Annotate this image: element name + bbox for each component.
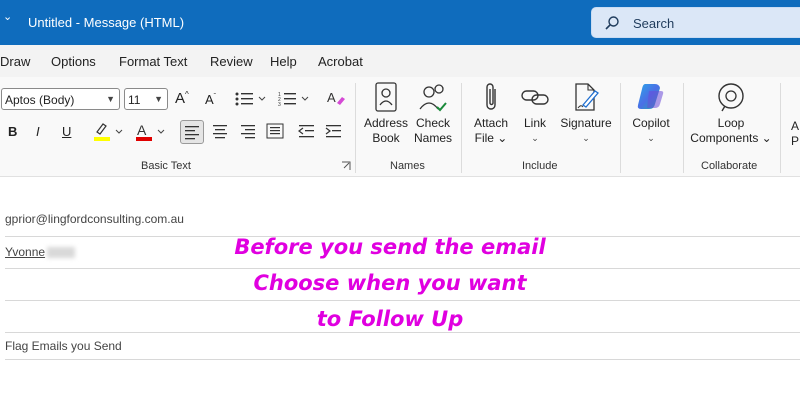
address-book-button[interactable]: Address Book — [362, 81, 410, 146]
group-separator — [461, 83, 462, 173]
link-label: Link — [523, 116, 546, 130]
search-icon — [605, 16, 619, 30]
loop-components-icon — [718, 83, 744, 112]
highlight-icon[interactable] — [93, 122, 125, 142]
menu-bar: Draw Options Format Text Review Help Acr… — [0, 45, 800, 77]
partial-ribbon-button[interactable]: A P — [790, 119, 800, 149]
tab-format-text[interactable]: Format Text — [119, 54, 187, 69]
partial-label-2: P — [790, 134, 799, 148]
increase-indent-icon[interactable] — [324, 122, 344, 142]
attach-file-button[interactable]: Attach File ⌄ — [468, 81, 514, 146]
copilot-button[interactable]: Copilot ⌄ — [626, 81, 676, 146]
address-book-label-1: Address — [363, 116, 409, 130]
signature-label: Signature — [560, 116, 612, 130]
check-names-label-1: Check — [415, 116, 450, 130]
dialog-launcher-icon[interactable] — [341, 161, 351, 171]
group-label-collaborate: Collaborate — [701, 160, 758, 172]
link-icon — [521, 90, 549, 105]
signature-icon — [575, 83, 599, 111]
group-separator — [683, 83, 684, 173]
svg-text:A: A — [137, 122, 147, 138]
group-separator — [780, 83, 781, 173]
annotation-line-1: Before you send the email — [234, 235, 546, 259]
ribbon: Aptos (Body) ▼ 11 ▼ A^ Aˇ 1 2 3 A B I U … — [0, 77, 800, 177]
group-label-names: Names — [390, 160, 425, 172]
annotation-line-3: to Follow Up — [316, 307, 464, 331]
font-size-select[interactable]: 11 ▼ — [124, 88, 168, 110]
tab-help[interactable]: Help — [270, 54, 297, 69]
bold-button[interactable]: B — [8, 124, 17, 139]
loop-components-label-2: Components ⌄ — [690, 131, 772, 145]
title-bar: ⌄ Untitled - Message (HTML) Search — [0, 0, 800, 45]
justify-icon[interactable] — [266, 122, 286, 142]
numbering-icon[interactable]: 1 2 3 — [278, 91, 310, 107]
decrease-indent-icon[interactable] — [297, 122, 317, 142]
group-separator — [355, 83, 356, 173]
font-name-value: Aptos (Body) — [5, 93, 75, 107]
redacted-surname — [47, 247, 76, 259]
font-size-value: 11 — [128, 93, 141, 107]
bullets-icon[interactable] — [235, 91, 267, 107]
clear-formatting-icon[interactable]: A — [327, 89, 345, 107]
copilot-label: Copilot — [632, 116, 670, 130]
from-field[interactable]: gprior@lingfordconsulting.com.au — [5, 212, 184, 226]
tab-review[interactable]: Review — [210, 54, 253, 69]
tab-acrobat[interactable]: Acrobat — [318, 54, 363, 69]
loop-components-label-1: Loop — [717, 116, 745, 130]
window-title: Untitled - Message (HTML) — [28, 15, 185, 30]
search-placeholder: Search — [633, 16, 675, 31]
font-color-icon[interactable]: A — [135, 122, 167, 142]
svg-text:3: 3 — [278, 102, 281, 107]
tab-options[interactable]: Options — [51, 54, 96, 69]
check-names-button[interactable]: Check Names — [411, 81, 455, 146]
chevron-down-icon: ⌄ — [647, 133, 655, 143]
align-center-icon[interactable] — [211, 122, 231, 142]
annotation-line-2: Choose when you want — [253, 271, 527, 295]
chevron-down-icon: ⌄ — [582, 133, 590, 143]
signature-button[interactable]: Signature ⌄ — [558, 81, 614, 146]
attach-file-label-2: File ⌄ — [474, 131, 508, 145]
check-names-label-2: Names — [413, 131, 452, 145]
group-label-basic-text: Basic Text — [141, 160, 191, 172]
align-left-icon — [185, 126, 199, 140]
search-box[interactable]: Search — [591, 7, 800, 38]
group-separator — [620, 83, 621, 173]
tab-draw[interactable]: Draw — [0, 54, 30, 69]
group-label-include: Include — [522, 160, 558, 172]
chevron-down-icon: ▼ — [154, 94, 163, 104]
to-recipient-name: Yvonne — [5, 245, 46, 259]
attach-file-label-1: Attach — [473, 116, 509, 130]
field-divider — [5, 359, 800, 360]
italic-button[interactable]: I — [36, 124, 40, 139]
chevron-down-icon: ▼ — [106, 94, 115, 104]
address-book-icon — [375, 82, 397, 112]
underline-button[interactable]: U — [62, 124, 71, 139]
shrink-font-icon[interactable]: Aˇ — [205, 92, 216, 107]
quick-access-dropdown-icon[interactable]: ⌄ — [3, 10, 12, 23]
font-name-select[interactable]: Aptos (Body) ▼ — [1, 88, 120, 110]
copilot-icon — [637, 84, 664, 109]
align-left-button[interactable] — [180, 120, 204, 144]
svg-text:A: A — [327, 90, 336, 105]
chevron-down-icon: ⌄ — [531, 133, 539, 143]
subject-field[interactable]: Flag Emails you Send — [5, 339, 122, 353]
loop-components-button[interactable]: Loop Components ⌄ — [688, 81, 774, 146]
partial-label-1: A — [790, 119, 799, 133]
align-right-icon[interactable] — [239, 122, 259, 142]
check-names-icon — [419, 84, 447, 112]
to-recipient[interactable]: Yvonne — [5, 245, 76, 259]
address-book-label-2: Book — [372, 131, 400, 145]
paperclip-icon — [486, 83, 496, 110]
annotation-overlay: Before you send the email Choose when yo… — [200, 229, 580, 337]
grow-font-icon[interactable]: A^ — [175, 90, 189, 107]
link-button[interactable]: Link ⌄ — [514, 81, 556, 146]
